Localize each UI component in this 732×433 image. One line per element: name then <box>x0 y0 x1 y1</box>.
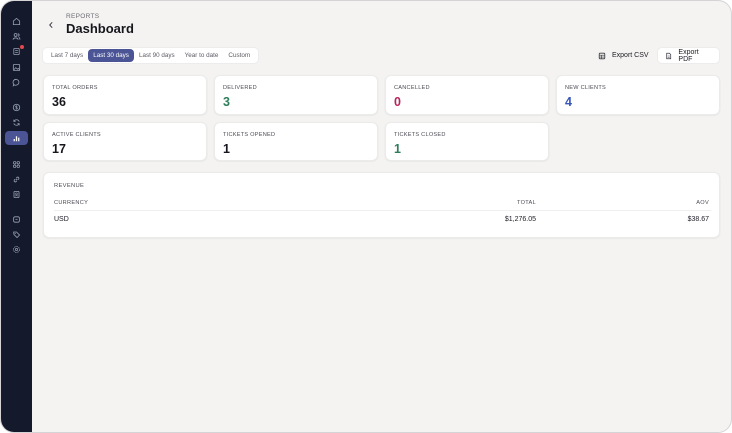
stat-card-cancelled: CANCELLED 0 <box>385 75 549 115</box>
refresh-icon <box>13 119 20 126</box>
users-icon <box>12 33 21 40</box>
stat-value: 0 <box>394 95 401 109</box>
range-last-7-days[interactable]: Last 7 days <box>46 49 88 62</box>
export-csv-button[interactable]: Export CSV <box>591 47 656 64</box>
page-title: Dashboard <box>66 21 134 36</box>
table-cell-currency: USD <box>54 216 69 223</box>
stat-card-delivered: DELIVERED 3 <box>214 75 378 115</box>
sidebar-item-settings[interactable] <box>6 243 28 256</box>
stat-value: 17 <box>52 142 66 156</box>
file-icon <box>666 52 672 59</box>
table-divider <box>54 210 711 211</box>
reports-icon <box>13 136 20 142</box>
back-button[interactable] <box>45 19 57 31</box>
stat-label: DELIVERED <box>223 85 257 91</box>
range-custom[interactable]: Custom <box>223 49 255 62</box>
stat-label: TICKETS OPENED <box>223 132 276 138</box>
stat-card-tickets-opened: TICKETS OPENED 1 <box>214 122 378 161</box>
stat-label: CANCELLED <box>394 85 430 91</box>
sidebar-item-services[interactable] <box>6 158 28 171</box>
orders-icon <box>13 48 20 56</box>
stat-label: TICKETS CLOSED <box>394 132 446 138</box>
export-csv-label: Export CSV <box>612 52 649 59</box>
table-icon <box>598 52 606 59</box>
grid-icon <box>13 160 20 168</box>
sidebar-item-home[interactable] <box>6 15 28 28</box>
sidebar-item-orders[interactable] <box>6 45 28 58</box>
notification-badge <box>19 45 24 50</box>
sidebar-item-users[interactable] <box>6 30 28 43</box>
stat-value: 1 <box>223 142 230 156</box>
table-cell-total: $1,276.05 <box>504 216 536 223</box>
stat-value: 1 <box>394 142 401 156</box>
sidebar-item-billing[interactable] <box>6 101 28 114</box>
column-header-total: TOTAL <box>516 200 536 206</box>
stat-value: 4 <box>565 95 572 109</box>
export-pdf-button[interactable]: Export PDF <box>657 47 720 64</box>
column-header-aov: AOV <box>696 200 709 206</box>
home-icon <box>12 17 21 26</box>
date-range-selector: Last 7 days Last 30 days Last 90 days Ye… <box>42 47 260 64</box>
range-year-to-date[interactable]: Year to date <box>180 49 224 62</box>
table-cell-aov: $38.67 <box>687 216 709 223</box>
clock-icon <box>13 216 20 223</box>
stat-value: 36 <box>52 95 66 109</box>
document-icon <box>13 190 20 198</box>
sidebar-item-documents[interactable] <box>6 188 28 201</box>
revenue-title: REVENUE <box>54 183 85 189</box>
breadcrumb: REPORTS <box>66 13 100 20</box>
range-last-30-days[interactable]: Last 30 days <box>88 49 134 62</box>
column-header-currency: CURRENCY <box>54 200 89 206</box>
stat-label: ACTIVE CLIENTS <box>52 132 101 138</box>
chevron-left-icon <box>49 22 53 28</box>
link-icon <box>13 176 20 182</box>
revenue-card: REVENUE CURRENCY TOTAL AOV USD $1,276.05… <box>43 172 720 238</box>
sidebar-item-reports[interactable] <box>5 131 28 146</box>
stat-value: 3 <box>223 95 230 109</box>
chat-icon <box>12 78 20 87</box>
settings-icon <box>13 246 20 254</box>
stat-card-total-orders: TOTAL ORDERS 36 <box>43 75 207 115</box>
images-icon <box>12 63 21 71</box>
stat-label: TOTAL ORDERS <box>52 85 98 91</box>
export-pdf-label: Export PDF <box>678 48 699 63</box>
sidebar-item-messages[interactable] <box>6 76 28 89</box>
sidebar-item-subscriptions[interactable] <box>6 116 28 129</box>
range-last-90-days[interactable]: Last 90 days <box>134 49 180 62</box>
sidebar-item-time[interactable] <box>6 213 28 226</box>
stat-label: NEW CLIENTS <box>565 85 606 91</box>
tag-icon <box>13 231 21 239</box>
stat-card-active-clients: ACTIVE CLIENTS 17 <box>43 122 207 161</box>
sidebar-item-tags[interactable] <box>6 228 28 241</box>
stat-card-new-clients: NEW CLIENTS 4 <box>556 75 720 115</box>
sidebar-item-images[interactable] <box>6 61 28 74</box>
stat-card-tickets-closed: TICKETS CLOSED 1 <box>385 122 549 161</box>
dollar-icon <box>12 103 21 112</box>
sidebar <box>1 1 32 432</box>
sidebar-item-links[interactable] <box>6 173 28 186</box>
